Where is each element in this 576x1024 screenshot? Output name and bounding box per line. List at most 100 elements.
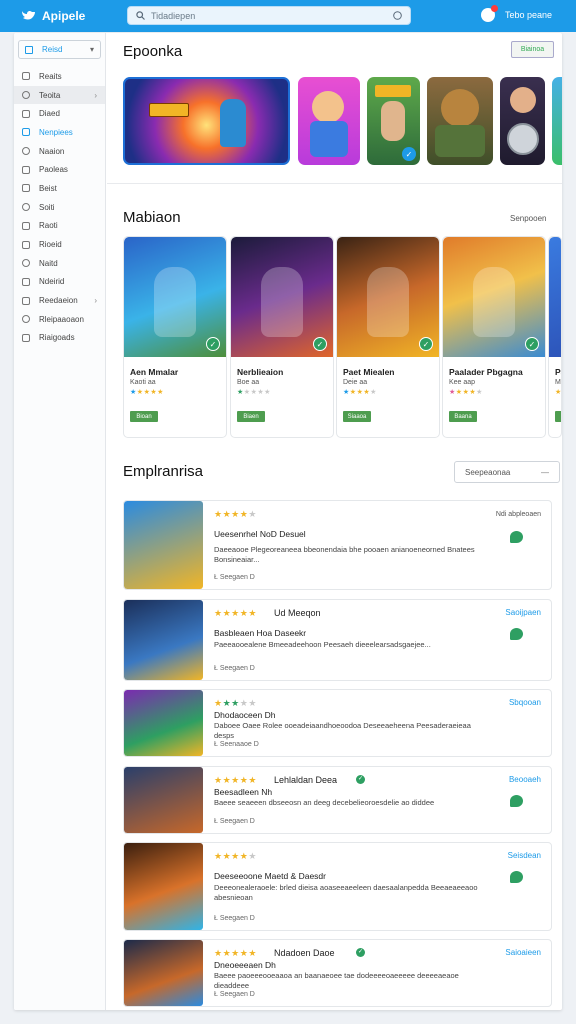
review-footer: Ł Seegaen D <box>214 574 255 581</box>
sort-dropdown[interactable]: Seepeaonaa — <box>454 461 560 483</box>
chevron-right-icon: › <box>94 296 97 306</box>
verified-icon: ✓ <box>356 775 365 784</box>
review-game-thumb[interactable] <box>124 843 203 930</box>
comment-icon[interactable] <box>510 871 523 883</box>
app-logo[interactable]: Apipele <box>22 9 85 23</box>
sidebar-item[interactable]: Nenpiees <box>14 123 105 142</box>
sidebar-item[interactable]: Raoti <box>14 217 105 236</box>
star-icon: ★ <box>130 389 137 396</box>
sidebar-item[interactable]: Paoleas <box>14 160 105 179</box>
featured-game-thumb[interactable] <box>298 77 360 165</box>
main-content: Epoonka Biainoa ✓ Mabiaon Senpooen ✓ Aen… <box>107 33 562 1010</box>
review-link[interactable]: Saoijpaen <box>505 608 541 617</box>
game-card-tag[interactable]: Baana <box>449 411 477 422</box>
sidebar-item[interactable]: Riaigoads <box>14 329 105 348</box>
sidebar-item[interactable]: Diaed <box>14 104 105 123</box>
review-game-thumb[interactable] <box>124 600 203 680</box>
star-icon: ★ <box>455 389 463 396</box>
featured-game-thumb[interactable]: ✓ <box>367 77 420 165</box>
coin-icon <box>507 123 539 155</box>
user-area[interactable]: Tebo peane <box>480 5 552 22</box>
review-link[interactable]: Sbqooan <box>509 698 541 707</box>
featured-game-thumb[interactable] <box>427 77 493 165</box>
sidebar-item-label: Soiti <box>39 202 55 212</box>
reviewer-name[interactable]: Lehlaldan Deea <box>274 775 337 785</box>
game-card-title: Paalader Pbgagna <box>449 367 523 377</box>
character-art <box>435 125 485 157</box>
star-icon: ★ <box>214 948 223 958</box>
comment-icon[interactable] <box>510 795 523 807</box>
game-card-tag[interactable]: Siaaoa <box>343 411 371 422</box>
verified-icon: ✓ <box>419 337 433 351</box>
game-card-tag[interactable]: Biaen <box>237 411 265 422</box>
game-card-tag[interactable]: N <box>555 411 561 422</box>
game-card[interactable]: ✓ Aen Mmalar Kaoti aa ★★★★★ Bioan <box>123 236 227 438</box>
sidebar-item[interactable]: Ndeirid <box>14 273 105 292</box>
sidebar-item[interactable]: Reaits <box>14 67 105 86</box>
character-art <box>375 85 411 97</box>
game-card[interactable]: ✓ Paet Miealen Deie aa ★★★★★ Siaaoa <box>336 236 440 438</box>
sidebar-item[interactable]: Naitd <box>14 254 105 273</box>
sidebar-item-label: Reaits <box>39 71 62 81</box>
sidebar-item[interactable]: Rleipaaoaon <box>14 310 105 329</box>
star-icon: ★ <box>214 509 223 519</box>
sidebar-item[interactable]: Rioeid <box>14 235 105 254</box>
reviewer-name[interactable]: Ndadoen Daoe <box>274 948 335 958</box>
sidebar-item[interactable]: Teoita › <box>14 85 105 105</box>
review-game-thumb[interactable] <box>124 767 203 833</box>
featured-game-thumb[interactable] <box>500 77 545 165</box>
game-card-subtitle: Kee aap <box>449 379 476 386</box>
sidebar-item[interactable]: Soiti <box>14 198 105 217</box>
review-link[interactable]: Seisdean <box>508 851 541 860</box>
sidebar-item-icon <box>22 128 30 137</box>
featured-game-thumb[interactable] <box>552 77 562 165</box>
featured-title: Epoonka <box>123 43 183 60</box>
reviewer-name[interactable]: Ud Meeqon <box>274 608 321 618</box>
sidebar-item-label: Rleipaaoaon <box>39 314 84 324</box>
star-icon: ★ <box>248 698 257 708</box>
sidebar-item[interactable]: Beist <box>14 179 105 198</box>
game-card[interactable]: Pa M ★★★★★ N <box>548 236 562 438</box>
game-card-title: Nerblieaion <box>237 367 284 377</box>
see-all-link[interactable]: Senpooen <box>510 214 546 223</box>
star-icon: ★ <box>449 389 456 396</box>
sidebar-item-icon <box>22 203 30 212</box>
review-link[interactable]: Saioaieen <box>505 948 541 957</box>
star-rating: ★★★★★ <box>214 948 257 959</box>
review-game-thumb[interactable] <box>124 940 203 1006</box>
review-footer: Ł Seegaen D <box>214 665 255 672</box>
microphone-icon[interactable] <box>393 11 402 20</box>
featured-button[interactable]: Biainoa <box>511 41 554 58</box>
review-game-thumb[interactable] <box>124 501 203 589</box>
game-card-tag[interactable]: Bioan <box>130 411 158 422</box>
reviews-title: Emplranrisa <box>123 463 204 480</box>
review-item[interactable]: ★★★★★ Ndi abpleoaen Ueesenrhel NoD Desuel D… <box>123 500 552 590</box>
review-item[interactable]: ★★★★★ Ndadoen Daoe ✓ Saioaieen Dneoeeeaen Dh… <box>123 939 552 1007</box>
review-link[interactable]: Beooaeh <box>509 775 541 784</box>
review-item[interactable]: ★★★★★ Lehlaldan Deea ✓ Beooaeh Beesadleen Nh… <box>123 766 552 834</box>
game-card[interactable]: ✓ Nerblieaion Boe aa ★★★★★ Biaen <box>230 236 334 438</box>
comment-icon[interactable] <box>510 628 523 640</box>
featured-banner[interactable] <box>123 77 290 165</box>
sidebar-item-label: Ndeirid <box>39 277 65 287</box>
notification-icon[interactable] <box>480 5 498 22</box>
sidebar-select[interactable]: Reisd ▾ <box>18 40 101 59</box>
game-card-title: Pa <box>555 367 561 377</box>
character-art <box>312 91 344 123</box>
review-item[interactable]: ★★★★★ Sbqooan Dhodaoceen Dh Daboee Oaee Rol… <box>123 689 552 757</box>
sidebar-item-icon <box>22 240 30 249</box>
user-label[interactable]: Tebo peane <box>505 10 552 20</box>
sidebar-item[interactable]: Naaion <box>14 142 105 161</box>
sidebar-item-label: Paoleas <box>39 165 68 175</box>
search-input[interactable]: Tidadiepen <box>127 6 411 25</box>
review-item[interactable]: ★★★★★ Ud Meeqon Saoijpaen Basbleaen Hoa Das… <box>123 599 552 681</box>
review-item[interactable]: ★★★★★ Seisdean Deeseeoone Maetd & Daesdr De… <box>123 842 552 931</box>
star-icon: ★ <box>222 509 232 519</box>
sidebar-item-icon <box>22 221 30 230</box>
sidebar-item[interactable]: Reedaeion › <box>14 291 105 310</box>
game-card-subtitle: Kaoti aa <box>130 379 156 386</box>
verified-icon: ✓ <box>313 337 327 351</box>
game-card[interactable]: ✓ Paalader Pbgagna Kee aap ★★★★★ Baana <box>442 236 546 438</box>
review-game-thumb[interactable] <box>124 690 203 756</box>
comment-icon[interactable] <box>510 531 523 543</box>
